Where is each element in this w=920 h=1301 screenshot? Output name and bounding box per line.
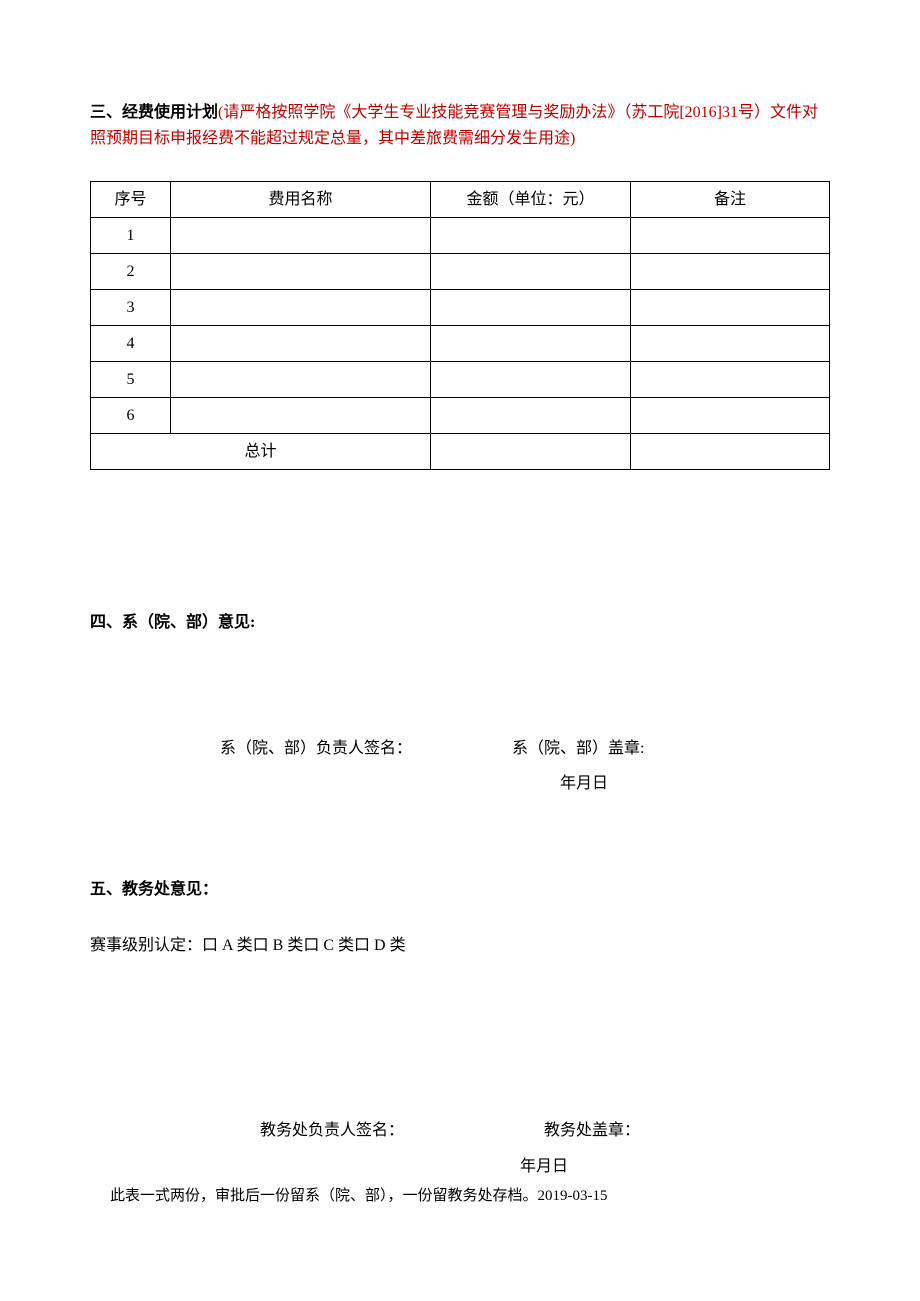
section-four-date: 年月日 [90,771,830,797]
section-five-heading: 五、教务处意见： [90,877,830,903]
office-seal-label: 教务处盖章： [544,1118,640,1144]
cell-amount [431,254,631,290]
cell-amount [431,362,631,398]
section-five: 五、教务处意见： 赛事级别认定：口 A 类口 B 类口 C 类口 D 类 教务处… [90,877,830,1179]
dept-signer-label: 系（院、部）负责人签名： [220,736,412,762]
cell-name [171,254,431,290]
cell-seq: 2 [91,254,171,290]
cell-remark [631,362,830,398]
cell-amount [431,218,631,254]
section-four: 四、系（院、部）意见: 系（院、部）负责人签名： 系（院、部）盖章: 年月日 [90,610,830,797]
cell-remark [631,254,830,290]
budget-table: 序号 费用名称 金额（单位：元） 备注 1 2 3 4 [90,181,830,470]
cell-name [171,290,431,326]
header-amount: 金额（单位：元） [431,182,631,218]
cell-name [171,218,431,254]
table-row: 2 [91,254,830,290]
table-row: 5 [91,362,830,398]
section-four-signature-row: 系（院、部）负责人签名： 系（院、部）盖章: [90,736,830,762]
cell-name [171,362,431,398]
total-label: 总计 [91,434,431,470]
table-row: 1 [91,218,830,254]
cell-seq: 6 [91,398,171,434]
header-seq: 序号 [91,182,171,218]
footer-note: 此表一式两份，审批后一份留系（院、部），一份留教务处存档。2019-03-15 [90,1184,830,1208]
total-amount [431,434,631,470]
header-name: 费用名称 [171,182,431,218]
cell-name [171,326,431,362]
table-row: 6 [91,398,830,434]
table-row: 4 [91,326,830,362]
cell-amount [431,290,631,326]
total-remark [631,434,830,470]
cell-amount [431,326,631,362]
section-three-header: 三、经费使用计划(请严格按照学院《大学生专业技能竞赛管理与奖励办法》（苏工院[2… [90,100,830,151]
cell-amount [431,398,631,434]
cell-name [171,398,431,434]
cell-remark [631,218,830,254]
section-four-heading: 四、系（院、部）意见: [90,610,830,636]
table-row: 3 [91,290,830,326]
section-five-signature-row: 教务处负责人签名： 教务处盖章： [90,1118,830,1144]
section-three-title: 三、经费使用计划 [90,104,218,121]
dept-seal-label: 系（院、部）盖章: [512,736,644,762]
cell-remark [631,398,830,434]
office-signer-label: 教务处负责人签名： [260,1118,404,1144]
section-five-date: 年月日 [90,1154,830,1180]
header-remark: 备注 [631,182,830,218]
cell-seq: 4 [91,326,171,362]
table-total-row: 总计 [91,434,830,470]
cell-remark [631,290,830,326]
cell-seq: 3 [91,290,171,326]
table-header-row: 序号 费用名称 金额（单位：元） 备注 [91,182,830,218]
cell-seq: 1 [91,218,171,254]
cell-remark [631,326,830,362]
cell-seq: 5 [91,362,171,398]
event-level-line: 赛事级别认定：口 A 类口 B 类口 C 类口 D 类 [90,933,830,959]
